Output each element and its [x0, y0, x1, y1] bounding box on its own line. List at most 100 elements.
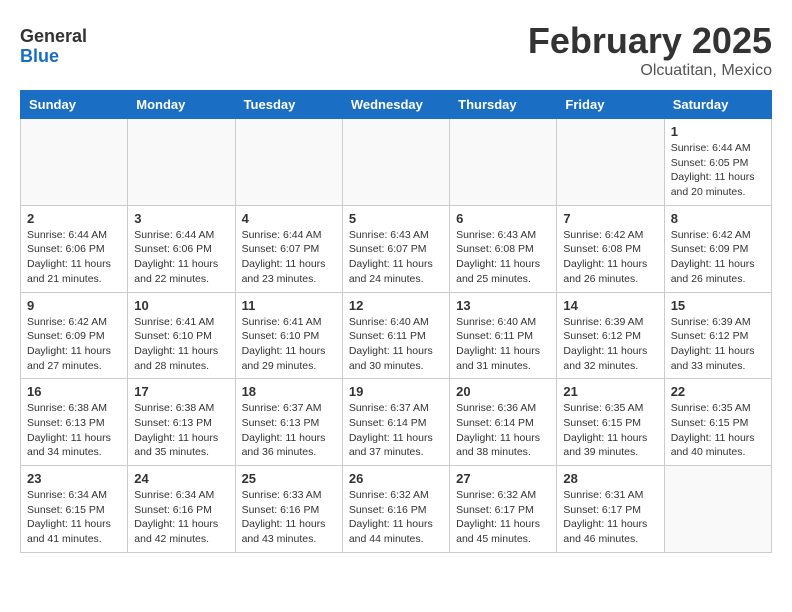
day-number: 10: [134, 298, 228, 313]
calendar-cell: 24 Sunrise: 6:34 AM Sunset: 6:16 PM Dayli…: [128, 466, 235, 553]
calendar-cell: 23 Sunrise: 6:34 AM Sunset: 6:15 PM Dayli…: [21, 466, 128, 553]
calendar-cell: [664, 466, 771, 553]
day-info: Sunrise: 6:43 AM Sunset: 6:08 PM Dayligh…: [456, 228, 550, 287]
day-info: Sunrise: 6:40 AM Sunset: 6:11 PM Dayligh…: [456, 315, 550, 374]
day-info: Sunrise: 6:41 AM Sunset: 6:10 PM Dayligh…: [242, 315, 336, 374]
day-number: 15: [671, 298, 765, 313]
calendar-header-row: SundayMondayTuesdayWednesdayThursdayFrid…: [21, 91, 772, 119]
calendar-cell: 15 Sunrise: 6:39 AM Sunset: 6:12 PM Dayli…: [664, 292, 771, 379]
day-info: Sunrise: 6:38 AM Sunset: 6:13 PM Dayligh…: [134, 401, 228, 460]
day-number: 26: [349, 471, 443, 486]
day-info: Sunrise: 6:44 AM Sunset: 6:06 PM Dayligh…: [27, 228, 121, 287]
day-info: Sunrise: 6:44 AM Sunset: 6:06 PM Dayligh…: [134, 228, 228, 287]
calendar-cell: 16 Sunrise: 6:38 AM Sunset: 6:13 PM Dayli…: [21, 379, 128, 466]
title-block: February 2025 Olcuatitan, Mexico: [528, 20, 772, 80]
calendar-cell: 14 Sunrise: 6:39 AM Sunset: 6:12 PM Dayli…: [557, 292, 664, 379]
day-number: 4: [242, 211, 336, 226]
day-info: Sunrise: 6:34 AM Sunset: 6:15 PM Dayligh…: [27, 488, 121, 547]
logo-icon: General Blue: [20, 20, 130, 70]
day-info: Sunrise: 6:42 AM Sunset: 6:09 PM Dayligh…: [27, 315, 121, 374]
column-header-thursday: Thursday: [450, 91, 557, 119]
location-subtitle: Olcuatitan, Mexico: [528, 62, 772, 80]
day-info: Sunrise: 6:32 AM Sunset: 6:16 PM Dayligh…: [349, 488, 443, 547]
calendar-cell: 12 Sunrise: 6:40 AM Sunset: 6:11 PM Dayli…: [342, 292, 449, 379]
day-number: 14: [563, 298, 657, 313]
day-info: Sunrise: 6:41 AM Sunset: 6:10 PM Dayligh…: [134, 315, 228, 374]
calendar-cell: [235, 119, 342, 206]
day-number: 25: [242, 471, 336, 486]
day-number: 1: [671, 124, 765, 139]
calendar-week-1: 1 Sunrise: 6:44 AM Sunset: 6:05 PM Daylig…: [21, 119, 772, 206]
day-info: Sunrise: 6:34 AM Sunset: 6:16 PM Dayligh…: [134, 488, 228, 547]
day-number: 5: [349, 211, 443, 226]
column-header-saturday: Saturday: [664, 91, 771, 119]
day-number: 6: [456, 211, 550, 226]
day-number: 3: [134, 211, 228, 226]
day-number: 13: [456, 298, 550, 313]
day-info: Sunrise: 6:35 AM Sunset: 6:15 PM Dayligh…: [671, 401, 765, 460]
calendar-cell: 13 Sunrise: 6:40 AM Sunset: 6:11 PM Dayli…: [450, 292, 557, 379]
day-number: 7: [563, 211, 657, 226]
calendar-cell: 6 Sunrise: 6:43 AM Sunset: 6:08 PM Daylig…: [450, 205, 557, 292]
month-year-title: February 2025: [528, 20, 772, 62]
calendar-cell: 10 Sunrise: 6:41 AM Sunset: 6:10 PM Dayli…: [128, 292, 235, 379]
day-info: Sunrise: 6:38 AM Sunset: 6:13 PM Dayligh…: [27, 401, 121, 460]
column-header-friday: Friday: [557, 91, 664, 119]
column-header-wednesday: Wednesday: [342, 91, 449, 119]
day-info: Sunrise: 6:40 AM Sunset: 6:11 PM Dayligh…: [349, 315, 443, 374]
day-number: 11: [242, 298, 336, 313]
day-number: 22: [671, 384, 765, 399]
column-header-tuesday: Tuesday: [235, 91, 342, 119]
calendar-cell: 17 Sunrise: 6:38 AM Sunset: 6:13 PM Dayli…: [128, 379, 235, 466]
calendar-cell: [342, 119, 449, 206]
column-header-sunday: Sunday: [21, 91, 128, 119]
calendar-cell: 1 Sunrise: 6:44 AM Sunset: 6:05 PM Daylig…: [664, 119, 771, 206]
day-number: 24: [134, 471, 228, 486]
day-info: Sunrise: 6:44 AM Sunset: 6:05 PM Dayligh…: [671, 141, 765, 200]
calendar-week-4: 16 Sunrise: 6:38 AM Sunset: 6:13 PM Dayli…: [21, 379, 772, 466]
calendar-cell: 26 Sunrise: 6:32 AM Sunset: 6:16 PM Dayli…: [342, 466, 449, 553]
calendar-cell: 27 Sunrise: 6:32 AM Sunset: 6:17 PM Dayli…: [450, 466, 557, 553]
day-number: 20: [456, 384, 550, 399]
day-number: 12: [349, 298, 443, 313]
day-number: 16: [27, 384, 121, 399]
calendar-cell: 22 Sunrise: 6:35 AM Sunset: 6:15 PM Dayli…: [664, 379, 771, 466]
day-info: Sunrise: 6:37 AM Sunset: 6:13 PM Dayligh…: [242, 401, 336, 460]
day-info: Sunrise: 6:43 AM Sunset: 6:07 PM Dayligh…: [349, 228, 443, 287]
svg-text:Blue: Blue: [20, 46, 59, 66]
calendar-cell: 25 Sunrise: 6:33 AM Sunset: 6:16 PM Dayli…: [235, 466, 342, 553]
day-number: 19: [349, 384, 443, 399]
calendar-cell: 11 Sunrise: 6:41 AM Sunset: 6:10 PM Dayli…: [235, 292, 342, 379]
calendar-cell: 18 Sunrise: 6:37 AM Sunset: 6:13 PM Dayli…: [235, 379, 342, 466]
day-number: 2: [27, 211, 121, 226]
day-number: 17: [134, 384, 228, 399]
calendar-cell: [21, 119, 128, 206]
day-info: Sunrise: 6:35 AM Sunset: 6:15 PM Dayligh…: [563, 401, 657, 460]
day-number: 28: [563, 471, 657, 486]
svg-text:General: General: [20, 26, 87, 46]
day-info: Sunrise: 6:31 AM Sunset: 6:17 PM Dayligh…: [563, 488, 657, 547]
calendar-cell: 9 Sunrise: 6:42 AM Sunset: 6:09 PM Daylig…: [21, 292, 128, 379]
day-info: Sunrise: 6:33 AM Sunset: 6:16 PM Dayligh…: [242, 488, 336, 547]
day-info: Sunrise: 6:32 AM Sunset: 6:17 PM Dayligh…: [456, 488, 550, 547]
day-info: Sunrise: 6:37 AM Sunset: 6:14 PM Dayligh…: [349, 401, 443, 460]
day-info: Sunrise: 6:39 AM Sunset: 6:12 PM Dayligh…: [671, 315, 765, 374]
calendar-cell: [450, 119, 557, 206]
day-info: Sunrise: 6:42 AM Sunset: 6:08 PM Dayligh…: [563, 228, 657, 287]
day-info: Sunrise: 6:44 AM Sunset: 6:07 PM Dayligh…: [242, 228, 336, 287]
day-number: 23: [27, 471, 121, 486]
calendar-cell: 4 Sunrise: 6:44 AM Sunset: 6:07 PM Daylig…: [235, 205, 342, 292]
calendar-week-3: 9 Sunrise: 6:42 AM Sunset: 6:09 PM Daylig…: [21, 292, 772, 379]
calendar-cell: [557, 119, 664, 206]
calendar-cell: 8Sunrise: 6:42 AM Sunset: 6:09 PM Daylig…: [664, 205, 771, 292]
logo: General Blue: [20, 20, 130, 75]
calendar-cell: [128, 119, 235, 206]
calendar-week-5: 23 Sunrise: 6:34 AM Sunset: 6:15 PM Dayli…: [21, 466, 772, 553]
day-number: 9: [27, 298, 121, 313]
calendar-cell: 20Sunrise: 6:36 AM Sunset: 6:14 PM Dayli…: [450, 379, 557, 466]
day-info: Sunrise: 6:42 AM Sunset: 6:09 PM Dayligh…: [671, 228, 765, 287]
calendar-cell: 28 Sunrise: 6:31 AM Sunset: 6:17 PM Dayli…: [557, 466, 664, 553]
day-number: 18: [242, 384, 336, 399]
day-number: 27: [456, 471, 550, 486]
day-info: Sunrise: 6:39 AM Sunset: 6:12 PM Dayligh…: [563, 315, 657, 374]
